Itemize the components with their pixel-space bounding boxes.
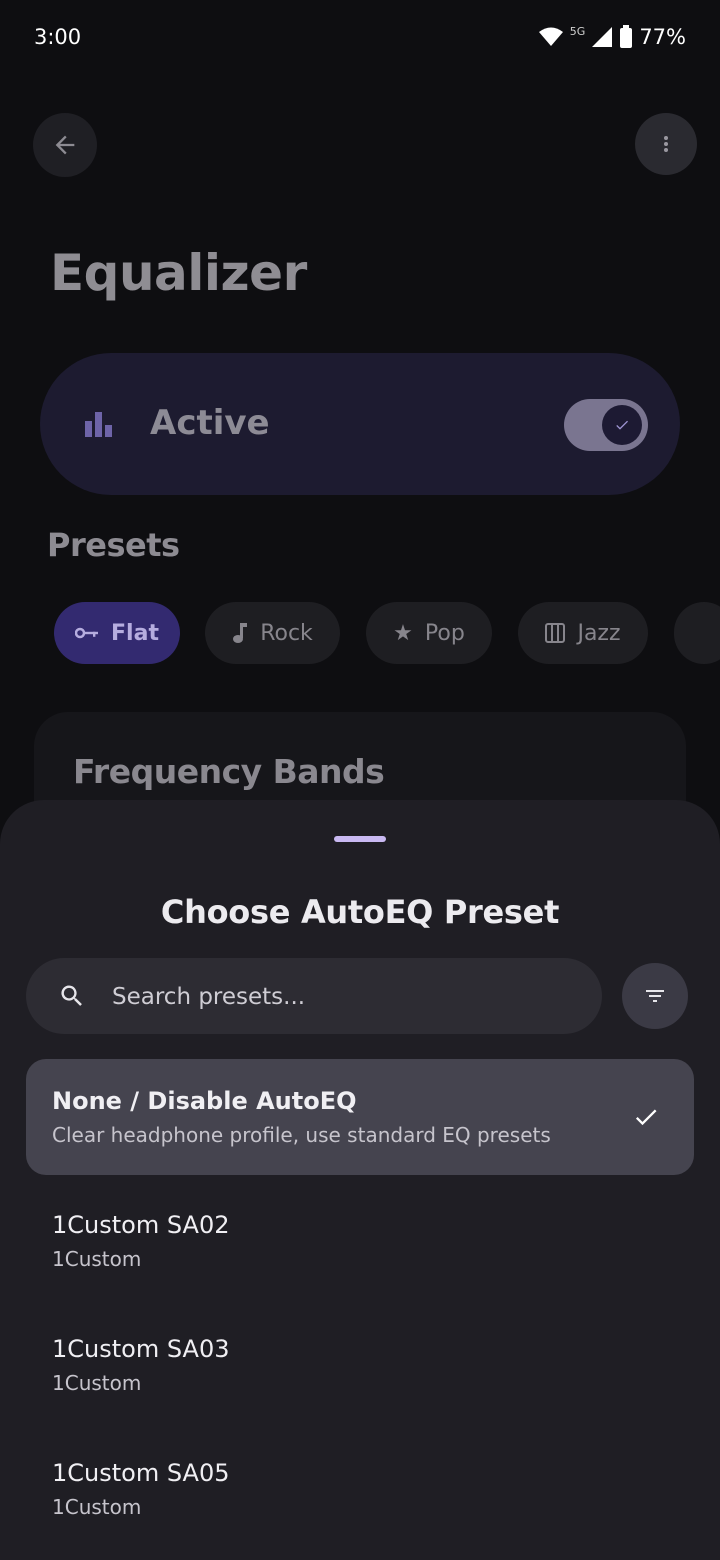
- preset-item[interactable]: 1Custom SA05 1Custom: [26, 1431, 694, 1547]
- preset-chip-pop[interactable]: ★ Pop: [366, 602, 492, 664]
- active-toggle[interactable]: [564, 399, 648, 451]
- preset-name: None / Disable AutoEQ: [52, 1087, 357, 1115]
- toggle-knob: [602, 405, 642, 445]
- arrow-back-icon: [55, 135, 75, 155]
- preset-name: 1Custom SA05: [52, 1459, 230, 1487]
- flat-icon: [75, 627, 99, 639]
- sheet-title: Choose AutoEQ Preset: [160, 893, 560, 931]
- preset-chip-jazz[interactable]: Jazz: [518, 602, 648, 664]
- search-icon: [61, 985, 82, 1006]
- check-icon: [616, 420, 628, 430]
- sheet-drag-handle[interactable]: [334, 836, 386, 842]
- preset-subtitle: 1Custom: [52, 1247, 142, 1271]
- star-icon: ★: [393, 620, 413, 646]
- signal-icon: [592, 27, 613, 47]
- active-label: Active: [150, 403, 270, 443]
- equalizer-bars-icon: [85, 412, 112, 437]
- more-options-button[interactable]: [635, 113, 697, 175]
- chip-label: Flat: [111, 620, 159, 646]
- presets-section-title: Presets: [47, 526, 180, 564]
- frequency-bands-title: Frequency Bands: [73, 752, 385, 791]
- status-bar: 3:00 5G 77%: [0, 0, 720, 76]
- more-vert-icon: [664, 136, 668, 152]
- preset-name: 1Custom SA02: [52, 1211, 230, 1239]
- preset-subtitle: 1Custom: [52, 1371, 142, 1395]
- filter-icon: [646, 990, 664, 1002]
- network-type: 5G: [569, 24, 586, 38]
- status-time: 3:00: [34, 25, 82, 49]
- chip-label: Pop: [424, 620, 465, 646]
- page-title: Equalizer: [50, 244, 307, 302]
- chip-label: Jazz: [577, 620, 621, 646]
- preset-chip-rock[interactable]: Rock: [205, 602, 340, 664]
- search-input[interactable]: [110, 958, 584, 1036]
- music-note-icon: [233, 623, 248, 643]
- preset-chip-flat[interactable]: Flat: [54, 602, 180, 664]
- search-bar[interactable]: [26, 958, 602, 1036]
- equalizer-active-card[interactable]: Active: [40, 353, 680, 495]
- preset-name: 1Custom SA03: [52, 1335, 230, 1363]
- system-icons: 5G 77%: [538, 25, 686, 49]
- preset-item[interactable]: 1Custom SA03 1Custom: [26, 1307, 694, 1423]
- wifi-icon: [538, 27, 563, 46]
- preset-subtitle: Clear headphone profile, use standard EQ…: [52, 1123, 551, 1147]
- preset-item-none[interactable]: None / Disable AutoEQ Clear headphone pr…: [26, 1059, 694, 1175]
- back-button[interactable]: [33, 113, 97, 177]
- preset-chip-partial[interactable]: [674, 602, 720, 664]
- preset-item[interactable]: 1Custom SA02 1Custom: [26, 1183, 694, 1299]
- filter-button[interactable]: [622, 963, 688, 1029]
- check-icon: [635, 1109, 657, 1126]
- preset-subtitle: 1Custom: [52, 1495, 142, 1519]
- battery-icon: [620, 25, 633, 48]
- battery-level: 77%: [639, 25, 686, 49]
- piano-icon: [545, 623, 566, 643]
- chip-label: Rock: [260, 620, 313, 646]
